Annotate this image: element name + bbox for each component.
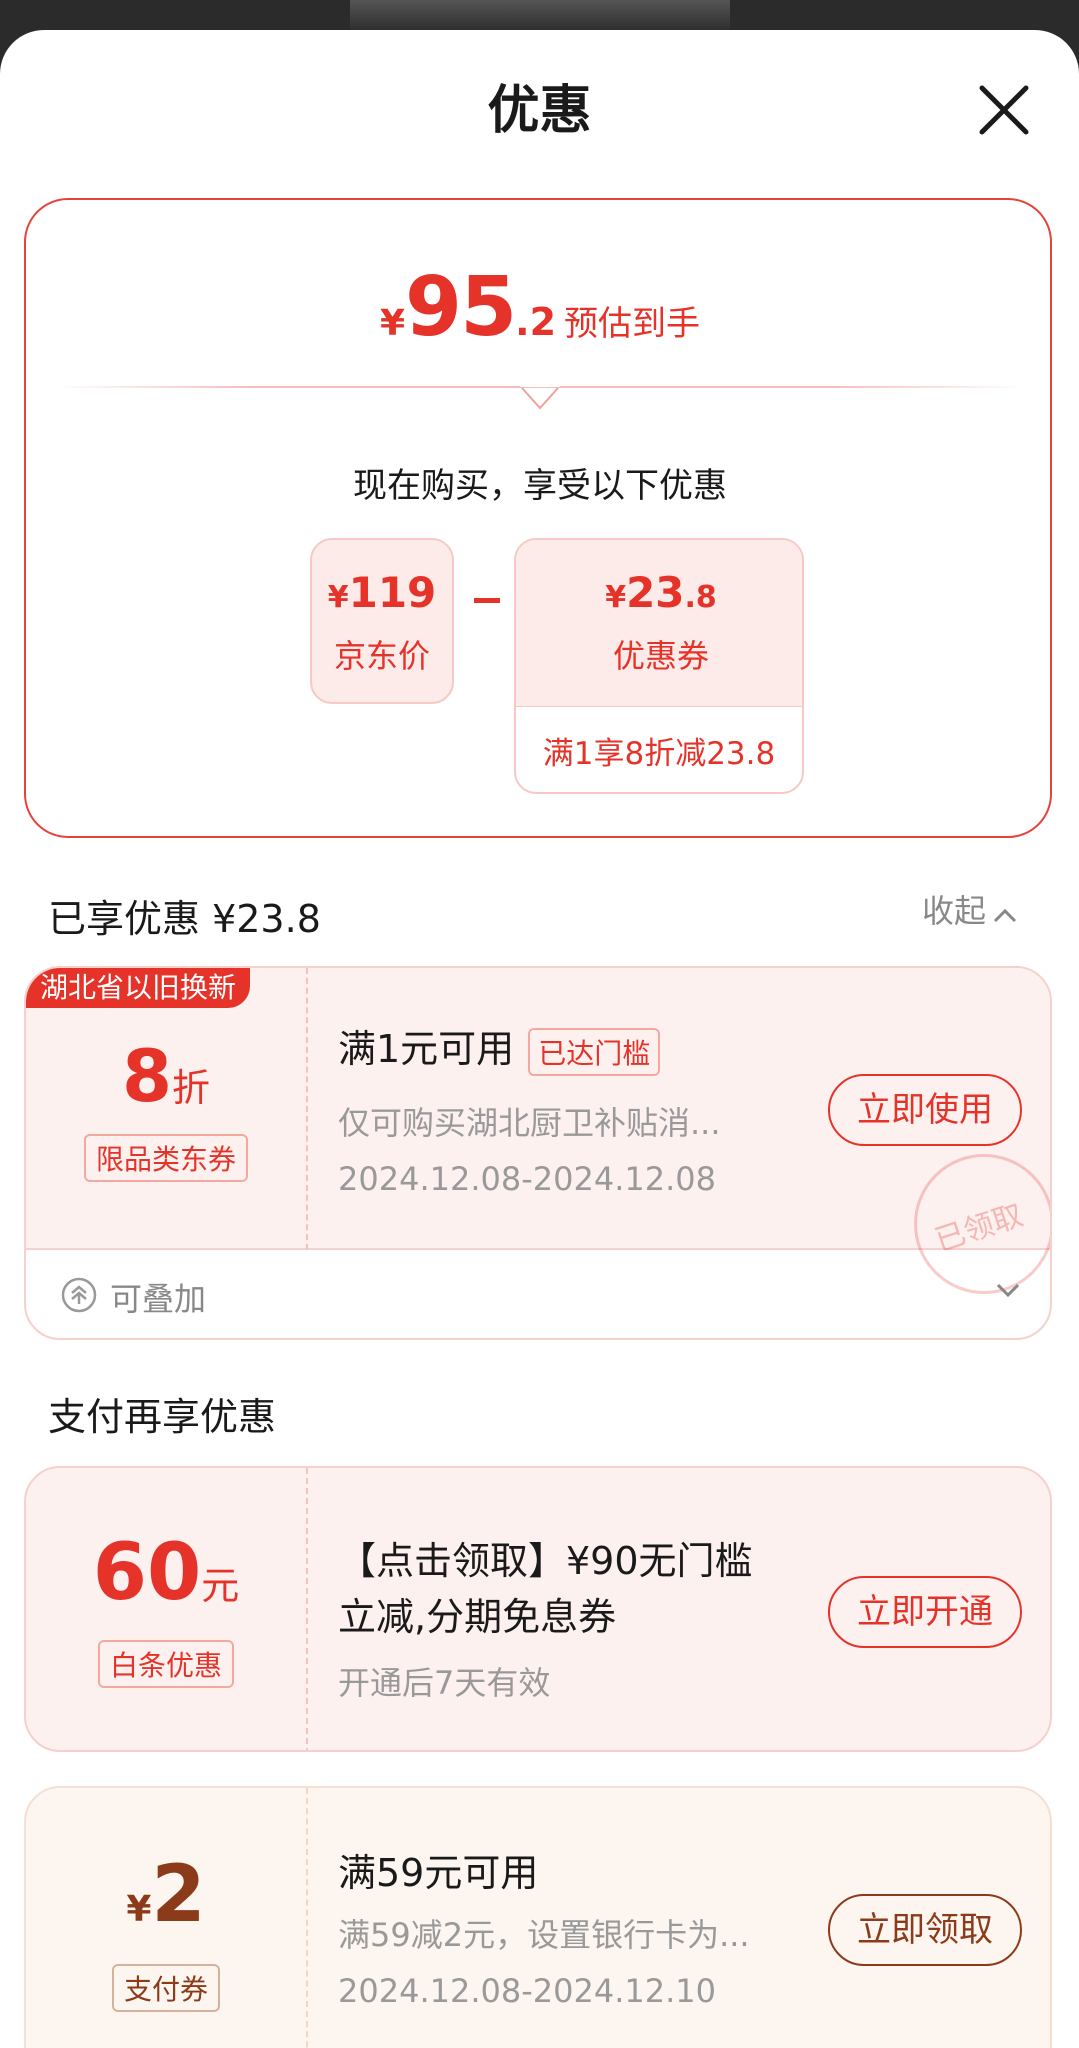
enjoyed-title: 已享优惠 ¥23.8 bbox=[48, 897, 321, 941]
coupon-desc: 满59减2元，设置银行卡为... bbox=[338, 1916, 750, 1954]
coupon-title-line2: 立减,分期免息券 bbox=[338, 1595, 617, 1639]
payment-title: 支付再享优惠 bbox=[48, 1395, 277, 1439]
coupon-discount-box: ¥23.8 优惠券 满1享8折减23.8 bbox=[514, 538, 804, 794]
coupon-amount: 2 bbox=[151, 1850, 206, 1940]
coupon-title: 满59元可用 bbox=[338, 1851, 539, 1895]
region-badge: 湖北省以旧换新 bbox=[26, 968, 251, 1008]
baitiao-coupon-card: 60元 白条优惠 【点击领取】¥90无门槛 立减,分期免息券 开通后7天有效 立… bbox=[24, 1466, 1052, 1752]
pointer-notch-icon bbox=[520, 376, 560, 416]
coupon-type-tag: 支付券 bbox=[111, 1964, 220, 2012]
sheet-title: 优惠 bbox=[487, 81, 592, 141]
buy-now-text: 现在购买，享受以下优惠 bbox=[353, 466, 727, 506]
coupon-desc: 开通后7天有效 bbox=[338, 1664, 551, 1702]
activate-now-button[interactable]: 立即开通 bbox=[828, 1576, 1022, 1648]
stack-icon bbox=[60, 1276, 98, 1318]
enjoyed-coupon-card: 湖北省以旧换新 8折 限品类东券 满1元可用 已达门槛 仅可购买湖北厨卫补贴消..… bbox=[24, 966, 1052, 1340]
coupon-date: 2024.12.08-2024.12.08 bbox=[338, 1160, 716, 1198]
coupon-amount: 60 bbox=[92, 1528, 202, 1618]
coupon-type-tag: 白条优惠 bbox=[97, 1640, 234, 1688]
use-now-button[interactable]: 立即使用 bbox=[828, 1074, 1022, 1146]
chevron-down-icon bbox=[994, 1280, 1022, 1304]
coupon-desc: 满1享8折减23.8 bbox=[542, 736, 776, 772]
coupon-title: 满1元可用 已达门槛 bbox=[338, 1018, 661, 1076]
stackable-row[interactable]: 可叠加 bbox=[26, 1250, 1050, 1338]
discount-sheet: 优惠 ¥95.2 预估到手 现在购买，享受以下优惠 ¥119 京东价 ¥23.8 … bbox=[0, 30, 1079, 2048]
coupon-amount: 8 bbox=[121, 1034, 173, 1118]
collapse-toggle[interactable]: 收起 bbox=[922, 886, 1019, 932]
coupon-type-tag: 限品类东券 bbox=[83, 1134, 248, 1182]
threshold-reached-tag: 已达门槛 bbox=[528, 1027, 661, 1076]
coupon-title-line1: 【点击领取】¥90无门槛 bbox=[338, 1539, 753, 1583]
claim-now-button[interactable]: 立即领取 bbox=[828, 1894, 1022, 1966]
payment-coupon-card: ¥2 支付券 满59元可用 满59减2元，设置银行卡为... 2024.12.0… bbox=[24, 1786, 1052, 2048]
minus-icon bbox=[474, 598, 500, 603]
coupon-desc: 仅可购买湖北厨卫补贴消... bbox=[338, 1104, 721, 1142]
coupon-date: 2024.12.08-2024.12.10 bbox=[338, 1972, 716, 2010]
chevron-up-icon bbox=[991, 906, 1019, 930]
estimated-price: ¥95.2 预估到手 bbox=[379, 260, 701, 355]
stackable-label: 可叠加 bbox=[110, 1280, 207, 1318]
price-summary-card: ¥95.2 预估到手 现在购买，享受以下优惠 ¥119 京东价 ¥23.8 优惠券… bbox=[24, 198, 1052, 838]
close-icon[interactable] bbox=[972, 78, 1036, 142]
jd-price-box: ¥119 京东价 bbox=[310, 538, 454, 704]
